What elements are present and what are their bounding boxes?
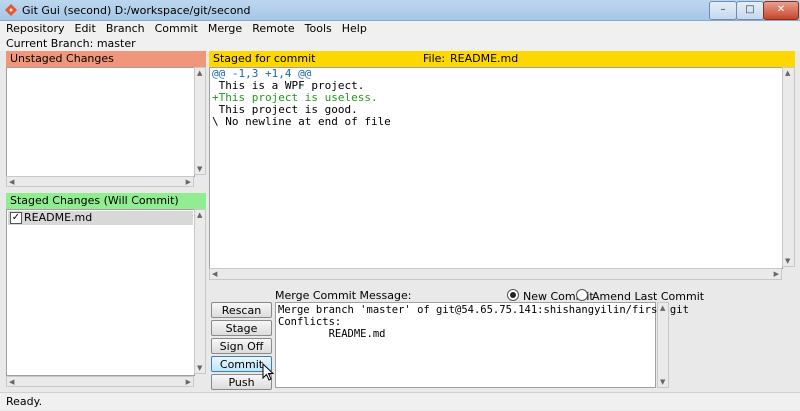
- scroll-down-arrow-icon[interactable]: ▼: [197, 165, 202, 173]
- status-bar: Ready.: [0, 392, 800, 410]
- scroll-up-arrow-icon[interactable]: ▲: [660, 304, 665, 312]
- staged-file-name: README.md: [24, 211, 93, 224]
- current-branch-label: Current Branch: master: [0, 37, 800, 51]
- unstaged-horizontal-scrollbar[interactable]: ◀ ▶: [6, 176, 194, 187]
- scroll-down-arrow-icon[interactable]: ▼: [660, 378, 665, 386]
- staged-vertical-scrollbar[interactable]: ▲ ▼: [194, 209, 206, 374]
- diff-horizontal-scrollbar[interactable]: ◀ ▶: [209, 268, 782, 280]
- unstaged-vertical-scrollbar[interactable]: ▲ ▼: [194, 67, 206, 175]
- menu-repository[interactable]: Repository: [0, 21, 70, 37]
- rescan-button[interactable]: Rescan: [211, 302, 272, 318]
- commit-message-line: Conflicts:: [278, 316, 342, 328]
- diff-view[interactable]: @@ -1,3 +1,4 @@ This is a WPF project. +…: [209, 67, 783, 269]
- menu-commit[interactable]: Commit: [150, 21, 203, 37]
- unstaged-file-list[interactable]: [6, 67, 195, 177]
- diff-status: Staged for commit: [213, 52, 316, 65]
- diff-file-label: File:: [423, 52, 446, 65]
- scroll-right-arrow-icon[interactable]: ▶: [186, 378, 191, 386]
- scroll-down-arrow-icon[interactable]: ▼: [785, 257, 790, 265]
- minimize-button[interactable]: –: [709, 1, 737, 20]
- staged-horizontal-scrollbar[interactable]: ◀ ▶: [6, 376, 194, 387]
- diff-line: \ No newline at end of file: [212, 115, 391, 128]
- menu-edit[interactable]: Edit: [70, 21, 101, 37]
- file-staged-check-icon[interactable]: ✓: [10, 212, 22, 224]
- scroll-left-arrow-icon[interactable]: ◀: [9, 378, 14, 386]
- menu-merge[interactable]: Merge: [203, 21, 247, 37]
- radio-selected-icon[interactable]: [507, 289, 519, 301]
- scroll-up-arrow-icon[interactable]: ▲: [197, 69, 202, 77]
- staged-file-list[interactable]: ✓ README.md: [6, 209, 195, 376]
- diff-vertical-scrollbar[interactable]: ▲ ▼: [782, 67, 795, 267]
- menu-tools[interactable]: Tools: [300, 21, 337, 37]
- radio-unselected-icon[interactable]: [576, 289, 588, 301]
- sign-off-button[interactable]: Sign Off: [211, 338, 272, 354]
- scroll-down-arrow-icon[interactable]: ▼: [197, 364, 202, 372]
- commit-message-line: README.md: [278, 328, 386, 340]
- commit-message-scrollbar[interactable]: ▲ ▼: [657, 302, 669, 388]
- stage-changed-button[interactable]: Stage Changed: [211, 320, 272, 350]
- menu-branch[interactable]: Branch: [101, 21, 150, 37]
- diff-file-name: README.md: [450, 52, 519, 65]
- git-gui-app-icon: [5, 4, 17, 16]
- scroll-left-arrow-icon[interactable]: ◀: [212, 270, 217, 278]
- menu-remote[interactable]: Remote: [247, 21, 299, 37]
- commit-message-label: Merge Commit Message:: [275, 289, 412, 302]
- scroll-up-arrow-icon[interactable]: ▲: [785, 69, 790, 77]
- amend-last-commit-radio[interactable]: Amend Last Commit: [576, 289, 704, 303]
- staged-file-row[interactable]: ✓ README.md: [8, 211, 193, 225]
- menu-help[interactable]: Help: [337, 21, 372, 37]
- title-bar: Git Gui (second) D:/workspace/git/second…: [0, 0, 800, 21]
- diff-header: Staged for commit File: README.md: [209, 51, 795, 67]
- menu-bar: Repository Edit Branch Commit Merge Remote Too…: [0, 21, 800, 37]
- scroll-right-arrow-icon[interactable]: ▶: [774, 270, 779, 278]
- scroll-up-arrow-icon[interactable]: ▲: [197, 211, 202, 219]
- commit-message-line: Merge branch 'master' of git@54.65.75.14…: [278, 304, 689, 316]
- unstaged-changes-header: Unstaged Changes: [6, 51, 206, 67]
- mouse-pointer-icon: [262, 363, 274, 381]
- maximize-button[interactable]: □: [736, 1, 764, 20]
- scroll-left-arrow-icon[interactable]: ◀: [9, 178, 14, 186]
- commit-message-input[interactable]: Merge branch 'master' of git@54.65.75.14…: [275, 302, 689, 388]
- close-button[interactable]: ✕: [763, 1, 799, 20]
- window-title: Git Gui (second) D:/workspace/git/second: [22, 4, 251, 17]
- scroll-right-arrow-icon[interactable]: ▶: [186, 178, 191, 186]
- staged-changes-header: Staged Changes (Will Commit): [6, 193, 206, 209]
